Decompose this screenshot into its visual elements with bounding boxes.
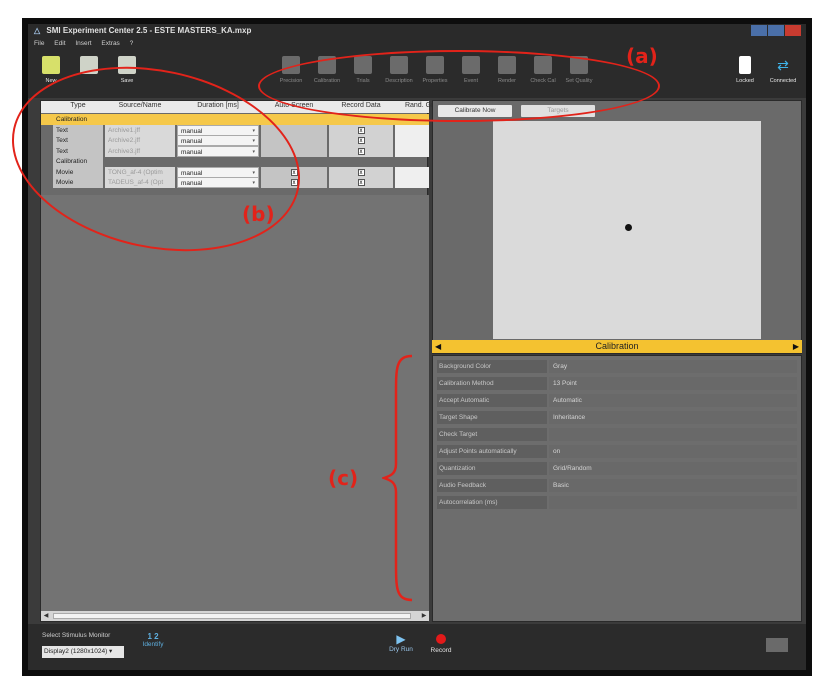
property-label: Accept Automatic [437, 394, 547, 407]
menu-edit[interactable]: Edit [54, 40, 65, 47]
menu-extras[interactable]: Extras [101, 40, 119, 47]
annotation-label-a: (a) [626, 44, 658, 68]
settings-button[interactable] [766, 638, 788, 652]
table-cell-record[interactable]: x [329, 177, 393, 188]
table-cell-rand [395, 135, 429, 146]
window-title: SMI Experiment Center 2.5 - ESTE MASTERS… [46, 26, 252, 35]
checkbox[interactable]: x [357, 168, 365, 176]
property-label: Quantization [437, 462, 547, 475]
table-cell-record[interactable]: x [329, 135, 393, 146]
horizontal-scrollbar[interactable]: ◀ ▶ [41, 611, 429, 621]
property-row[interactable]: Quantization Grid/Random [437, 462, 797, 475]
menu-insert[interactable]: Insert [75, 40, 91, 47]
property-label: Target Shape [437, 411, 547, 424]
table-cell-rand [395, 166, 429, 178]
record-button[interactable]: Record [424, 632, 458, 654]
table-empty-area [41, 195, 429, 611]
calibration-nav-bar: ◀ Calibration ▶ [432, 340, 802, 353]
property-value[interactable] [549, 496, 797, 509]
table-cell-rand [395, 124, 429, 136]
connected-button[interactable]: ⇄ Connected [766, 54, 800, 94]
annotation-label-c: (c) [328, 466, 359, 490]
locked-button[interactable]: Locked [728, 54, 762, 94]
property-value[interactable] [549, 428, 797, 441]
checkbox[interactable]: x [357, 137, 365, 144]
annotation-ellipse-a [258, 50, 660, 122]
scroll-right-icon[interactable]: ▶ [419, 611, 429, 621]
property-label: Autocorrelation (ms) [437, 496, 547, 509]
annotation-brace-c [382, 354, 413, 602]
property-label: Calibration Method [437, 377, 547, 390]
checkbox[interactable]: x [357, 147, 365, 155]
new-icon [42, 56, 60, 74]
property-label: Adjust Points automatically [437, 445, 547, 458]
calibration-point [625, 224, 632, 231]
properties-panel: Background Color Gray Calibration Method 13… [432, 355, 802, 622]
scroll-left-icon[interactable]: ◀ [41, 611, 51, 621]
checkbox[interactable]: x [357, 126, 365, 134]
property-value[interactable]: Grid/Random [549, 462, 797, 475]
property-value[interactable]: Gray [549, 360, 797, 373]
identify-icon: 1 2 [147, 632, 159, 641]
record-icon [436, 634, 446, 644]
next-arrow-icon[interactable]: ▶ [793, 340, 799, 353]
property-row[interactable]: Check Target [437, 428, 797, 441]
minimize-button[interactable] [751, 25, 767, 36]
prev-arrow-icon[interactable]: ◀ [435, 340, 441, 353]
screenshot-frame: △ SMI Experiment Center 2.5 - ESTE MASTE… [0, 18, 812, 676]
property-value[interactable]: 13 Point [549, 377, 797, 390]
calibration-preview [493, 121, 761, 339]
stimulus-monitor-select[interactable]: Display2 (1280x1024) ▾ [42, 646, 124, 658]
preview-panel: Calibrate Now Targets [432, 100, 802, 354]
table-cell-record[interactable]: x [329, 124, 393, 136]
property-row[interactable]: Calibration Method 13 Point [437, 377, 797, 390]
play-icon: ▶ [396, 632, 406, 646]
property-row[interactable]: Adjust Points automatically on [437, 445, 797, 458]
table-cell-record[interactable]: x [329, 145, 393, 157]
table-cell-record [329, 156, 393, 167]
lock-icon [739, 56, 751, 74]
property-value[interactable]: Inheritance [549, 411, 797, 424]
property-value[interactable]: Basic [549, 479, 797, 492]
property-row[interactable]: Autocorrelation (ms) [437, 496, 797, 509]
window-controls [750, 25, 802, 36]
property-label: Check Target [437, 428, 547, 441]
identify-button[interactable]: 1 2 Identify [138, 632, 168, 648]
property-label: Background Color [437, 360, 547, 373]
table-cell-rand [395, 156, 429, 167]
chevron-down-icon: ▾ [109, 648, 113, 655]
menu-bar: File Edit Insert Extras ? [28, 38, 806, 50]
menu-file[interactable]: File [34, 40, 44, 47]
property-row[interactable]: Background Color Gray [437, 360, 797, 373]
menu-help[interactable]: ? [130, 40, 134, 47]
property-row[interactable]: Target Shape Inheritance [437, 411, 797, 424]
property-row[interactable]: Audio Feedback Basic [437, 479, 797, 492]
app-icon: △ [34, 26, 41, 35]
table-cell-rand [395, 177, 429, 188]
close-button[interactable] [785, 25, 801, 36]
property-value[interactable]: Automatic [549, 394, 797, 407]
table-cell-rand [395, 145, 429, 157]
table-cell-record[interactable]: x [329, 166, 393, 178]
checkbox[interactable]: x [357, 179, 365, 186]
maximize-button[interactable] [768, 25, 784, 36]
dry-run-button[interactable]: ▶ Dry Run [384, 632, 418, 653]
title-bar: △ SMI Experiment Center 2.5 - ESTE MASTE… [28, 24, 806, 38]
property-label: Audio Feedback [437, 479, 547, 492]
connected-icon: ⇄ [777, 57, 789, 73]
annotation-label-b: (b) [242, 202, 275, 226]
property-row[interactable]: Accept Automatic Automatic [437, 394, 797, 407]
scrollbar-thumb[interactable] [53, 613, 411, 619]
calibration-bar-label: Calibration [595, 341, 639, 351]
stimulus-monitor-label: Select Stimulus Monitor [42, 632, 111, 639]
bottom-bar: Select Stimulus Monitor Display2 (1280x1… [28, 624, 806, 670]
property-value[interactable]: on [549, 445, 797, 458]
